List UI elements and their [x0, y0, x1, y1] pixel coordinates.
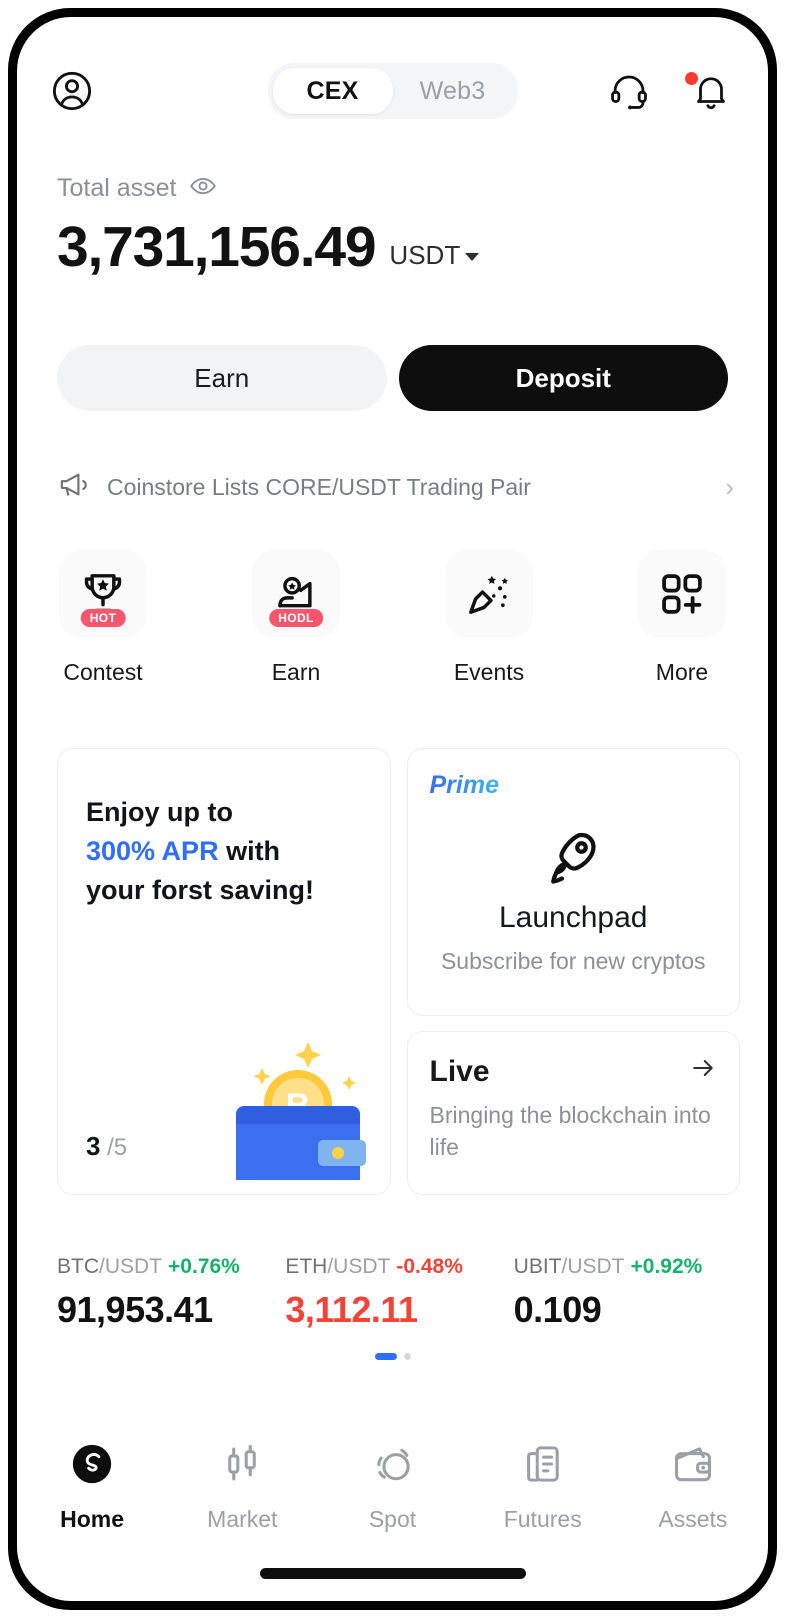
prime-tag: Prime [429, 771, 499, 799]
launchpad-title: Launchpad [499, 901, 648, 934]
promo-line-2: 300% APR with [86, 832, 362, 871]
hodl-badge: HODL [269, 609, 323, 627]
live-subtitle: Bringing the blockchain into life [429, 1102, 711, 1161]
quick-action-events[interactable]: Events [443, 550, 535, 686]
nav-item-spot[interactable]: Spot [317, 1441, 467, 1533]
app-screen: CEX Web3 Total asset 3,731,156.49 USDT E… [17, 17, 768, 1601]
live-card[interactable]: Live Bringing the blockchain into life [406, 1031, 740, 1195]
ticker-price: 3,112.11 [285, 1289, 418, 1330]
megaphone-icon [57, 468, 91, 507]
tab-web3[interactable]: Web3 [393, 68, 513, 114]
hot-badge: HOT [80, 609, 126, 627]
promo-line-3: your forst saving! [86, 875, 315, 906]
wallet-icon [670, 1441, 716, 1492]
document-chart-icon [520, 1441, 566, 1492]
announcement-bar[interactable]: Coinstore Lists CORE/USDT Trading Pair › [57, 460, 734, 514]
caret-down-icon [465, 253, 480, 261]
promo-card-saving[interactable]: Enjoy up to 300% APR with your forst sav… [57, 748, 391, 1195]
ticker-btc[interactable]: BTC/USDT +0.76% 91,953.41 [57, 1255, 285, 1331]
ticker-quote: /USDT [327, 1255, 391, 1278]
promo-highlight: 300% APR [86, 836, 219, 867]
promo-line-2-rest: with [218, 836, 281, 867]
eye-icon[interactable] [189, 172, 217, 205]
nav-label: Assets [658, 1506, 728, 1532]
currency-selector[interactable]: USDT [389, 240, 480, 276]
earn-button[interactable]: Earn [57, 345, 387, 411]
piggy-hand-icon: HODL [252, 550, 340, 638]
chevron-right-icon: › [725, 471, 734, 502]
launchpad-card[interactable]: Prime Launchpad Subscribe for new crypto… [406, 748, 740, 1016]
ticker-row: BTC/USDT +0.76% 91,953.41 ETH/USDT -0.48% … [57, 1255, 742, 1331]
quick-action-label: More [655, 659, 709, 685]
live-title: Live [429, 1054, 490, 1088]
ticker-change: +0.76% [168, 1255, 240, 1278]
ticker-price: 91,953.41 [57, 1289, 213, 1330]
cards-section: Enjoy up to 300% APR with your forst sav… [57, 748, 740, 1195]
announcement-text: Coinstore Lists CORE/USDT Trading Pair [107, 473, 531, 500]
launchpad-subtitle: Subscribe for new cryptos [440, 948, 706, 974]
ticker-eth[interactable]: ETH/USDT -0.48% 3,112.11 [285, 1255, 513, 1331]
quick-action-label: Events [453, 659, 525, 685]
nav-label: Spot [368, 1506, 417, 1532]
quick-actions: HOT Contest HODL Earn Events More [57, 550, 728, 686]
rocket-icon [428, 827, 720, 887]
ticker-change: -0.48% [396, 1255, 463, 1278]
bell-icon[interactable] [685, 70, 732, 112]
deposit-button[interactable]: Deposit [398, 345, 728, 411]
bottom-nav: Home Market Spot Futures Assets [17, 1441, 768, 1533]
quick-action-earn[interactable]: HODL Earn [250, 550, 342, 686]
nav-label: Futures [503, 1506, 582, 1532]
ticker-price: 0.109 [513, 1289, 602, 1330]
app-header: CEX Web3 [17, 55, 768, 127]
nav-item-assets[interactable]: Assets [618, 1441, 768, 1533]
pagination-dot[interactable] [403, 1353, 411, 1360]
quick-action-label: Earn [271, 659, 321, 685]
user-circle-icon[interactable] [49, 68, 95, 114]
ticker-symbol: ETH [285, 1255, 328, 1278]
wallet-with-bitcoin-icon: B [222, 1020, 372, 1180]
ticker-quote: /USDT [99, 1255, 162, 1278]
ticker-symbol: BTC [57, 1255, 99, 1278]
trophy-icon: HOT [59, 550, 147, 638]
cex-web3-toggle[interactable]: CEX Web3 [267, 63, 518, 119]
pagination-dot-active[interactable] [374, 1353, 397, 1360]
total-asset-label: Total asset [57, 174, 177, 202]
party-popper-icon [445, 550, 533, 638]
home-indicator [259, 1568, 526, 1579]
currency-label: USDT [389, 240, 461, 270]
total-asset-amount: 3,731,156.49 [57, 215, 377, 279]
quick-action-contest[interactable]: HOT Contest [57, 550, 149, 686]
candlestick-icon [219, 1441, 265, 1492]
promo-line-1: Enjoy up to [86, 797, 233, 827]
nav-item-futures[interactable]: Futures [468, 1441, 618, 1533]
notification-dot [685, 72, 698, 85]
promo-counter: 3 /5 [86, 1131, 127, 1162]
quick-action-more[interactable]: More [636, 550, 728, 686]
swap-circles-icon [370, 1441, 416, 1492]
phone-frame: CEX Web3 Total asset 3,731,156.49 USDT E… [8, 8, 777, 1610]
grid-plus-icon [638, 550, 726, 638]
ticker-symbol: UBIT [513, 1255, 562, 1278]
promo-counter-total: /5 [107, 1134, 128, 1161]
carousel-pagination[interactable] [17, 1353, 768, 1360]
nav-label: Home [60, 1506, 125, 1532]
tab-cex[interactable]: CEX [272, 68, 393, 114]
nav-item-market[interactable]: Market [167, 1441, 317, 1533]
nav-label: Market [207, 1506, 278, 1532]
arrow-right-icon[interactable] [689, 1054, 717, 1089]
ticker-change: +0.92% [630, 1255, 703, 1278]
promo-counter-current: 3 [86, 1131, 101, 1161]
primary-actions: Earn Deposit [57, 345, 728, 411]
total-asset-block: Total asset 3,731,156.49 USDT [57, 172, 728, 276]
ticker-ubit[interactable]: UBIT/USDT +0.92% 0.109 [514, 1255, 742, 1331]
nav-item-home[interactable]: Home [17, 1441, 167, 1533]
headset-icon[interactable] [608, 70, 650, 112]
ticker-quote: /USDT [561, 1255, 625, 1278]
coinstore-logo-icon [69, 1441, 115, 1492]
quick-action-label: Contest [63, 659, 143, 685]
